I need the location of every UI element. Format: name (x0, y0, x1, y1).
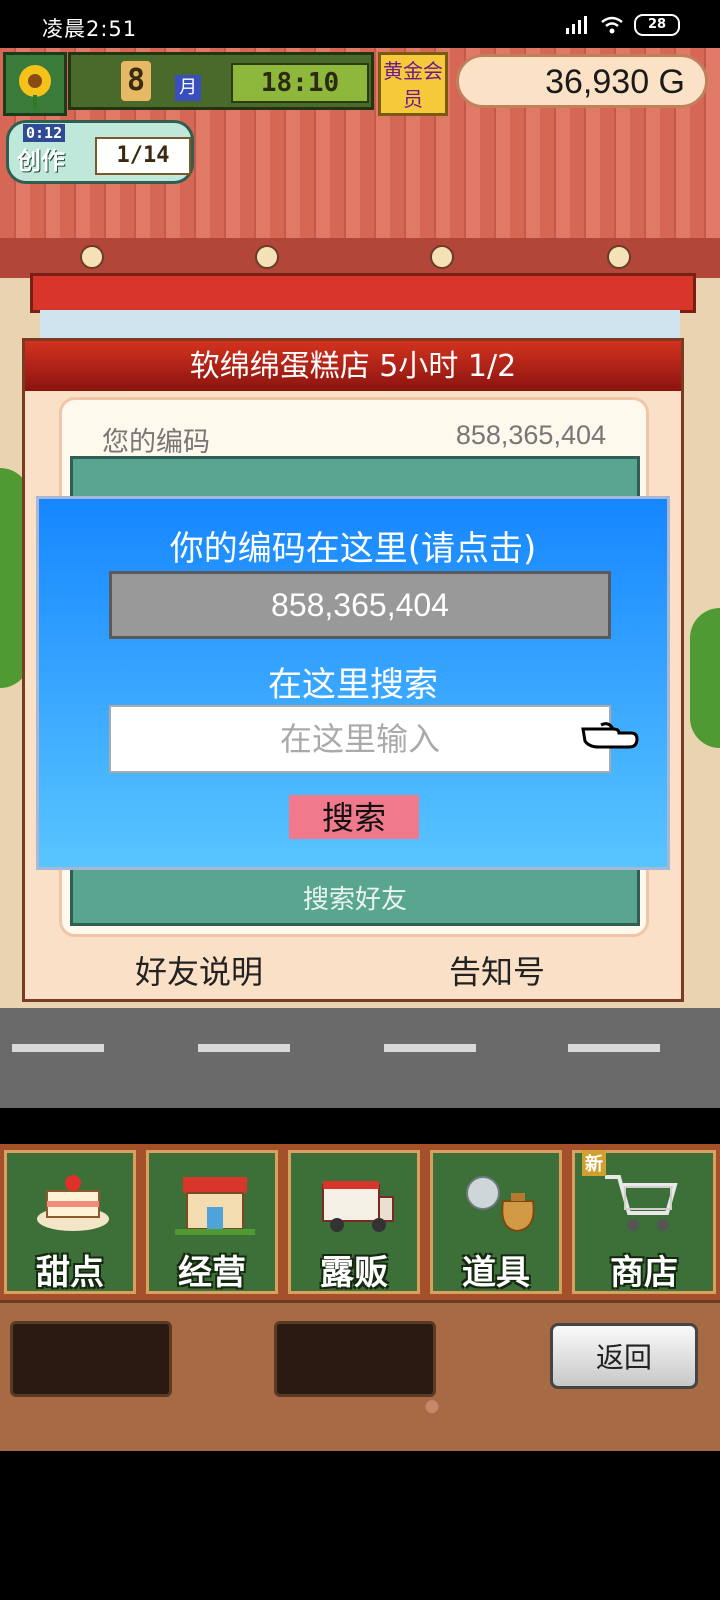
menu-item-items[interactable]: 道具 (430, 1150, 562, 1294)
sunflower-icon (19, 65, 51, 109)
money-display: 36,930 G (456, 54, 708, 108)
status-time: 凌晨2:51 (42, 17, 138, 41)
menu-item-management[interactable]: 经营 (146, 1150, 278, 1294)
menu-label: 露贩 (320, 1253, 388, 1293)
menu-label: 商店 (610, 1253, 678, 1293)
lane-marking (12, 1044, 104, 1052)
lamp-icon (607, 245, 631, 269)
empty-slot (274, 1321, 436, 1397)
month-number: 8 (121, 61, 151, 101)
avatar[interactable] (3, 52, 67, 116)
signal-icon (566, 16, 587, 34)
pointing-hand-icon (581, 722, 639, 749)
menu-item-food-truck[interactable]: 露贩 (288, 1150, 420, 1294)
friend-code-dialog: 你的编码在这里(请点击) 858,365,404 在这里搜索 搜索 (36, 496, 670, 870)
footer-bar: 返回 (0, 1300, 720, 1451)
task-progress: 1/14 (95, 137, 191, 175)
search-label: 在这里搜索 (268, 665, 438, 705)
tree-right (690, 608, 720, 748)
empty-slot (10, 1321, 172, 1397)
shop-awning (30, 273, 696, 313)
friend-help-button[interactable]: 好友说明 (135, 947, 263, 993)
shopping-cart-icon (605, 1175, 678, 1231)
food-truck-icon (322, 1181, 394, 1232)
gold-member-badge[interactable]: 黄金会员 (378, 52, 448, 116)
code-search-input[interactable] (109, 705, 611, 773)
status-icons: 28 (564, 14, 680, 36)
shop-title: 软绵绵蛋糕店 5小时 1/2 (25, 341, 681, 391)
back-button[interactable]: 返回 (550, 1323, 698, 1389)
shop-building-icon (175, 1177, 255, 1235)
menu-label: 经营 (178, 1253, 246, 1293)
notice-number-button[interactable]: 告知号 (449, 947, 545, 993)
creation-task-panel[interactable]: 0:12 创作 1/14 (6, 120, 194, 184)
lamp-icon (80, 245, 104, 269)
task-label: 创作 (17, 147, 65, 175)
lane-marking (568, 1044, 660, 1052)
bottom-menu: 甜点 经营 露贩 道具 商店 (0, 1144, 720, 1300)
status-bar: 凌晨2:51 28 (0, 0, 720, 48)
game-clock: 18:10 (231, 63, 369, 103)
task-timer: 0:12 (23, 124, 66, 142)
cake-icon (37, 1175, 109, 1231)
code-value[interactable]: 858,365,404 (456, 420, 606, 451)
menu-label: 甜点 (36, 1253, 104, 1293)
lamp-icon (430, 245, 454, 269)
search-button[interactable]: 搜索 (289, 795, 419, 839)
lane-marking (198, 1044, 290, 1052)
menu-item-desserts[interactable]: 甜点 (4, 1150, 136, 1294)
menu-label: 道具 (462, 1253, 530, 1293)
dialog-title: 你的编码在这里(请点击) (169, 529, 537, 569)
lamp-icon (255, 245, 279, 269)
battery-icon: 28 (634, 14, 680, 36)
code-label: 您的编码 (102, 427, 210, 458)
road (0, 1008, 720, 1108)
lane-marking (384, 1044, 476, 1052)
new-badge: 新 (582, 1150, 606, 1176)
my-code-button[interactable]: 858,365,404 (109, 571, 611, 639)
month-label: 月 (175, 75, 201, 101)
item-bag-icon (466, 1176, 535, 1233)
wifi-icon (601, 16, 623, 34)
date-panel: 8 月 18:10 (68, 52, 374, 110)
search-friends-link[interactable]: 搜索好友 (73, 879, 637, 916)
